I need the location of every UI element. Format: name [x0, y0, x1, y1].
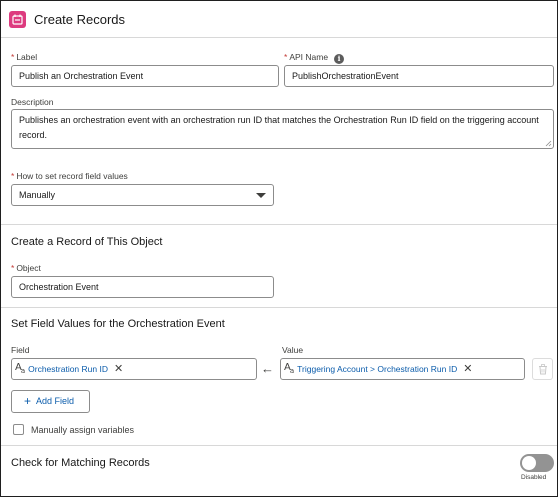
plus-icon: +: [24, 394, 32, 408]
create-records-panel: Create Records * Label Publish an Orchest…: [0, 0, 558, 497]
value-column-label: Value: [282, 345, 304, 355]
field-column-label: Field: [11, 345, 30, 355]
section-divider: [1, 224, 557, 225]
value-picker[interactable]: Aa Triggering Account > Orchestration Ru…: [280, 358, 525, 380]
description-label: Description: [11, 97, 54, 107]
required-asterisk: *: [11, 263, 15, 273]
section-divider: [1, 307, 557, 308]
panel-header: Create Records: [1, 1, 557, 38]
object-field-label: * Object: [11, 263, 41, 273]
manual-assign-checkbox[interactable]: [13, 424, 24, 435]
required-asterisk: *: [284, 52, 288, 62]
create-record-section-title: Create a Record of This Object: [11, 236, 163, 248]
arrow-left-icon: ←: [261, 361, 274, 376]
required-asterisk: *: [11, 171, 15, 181]
how-to-set-label: * How to set record field values: [11, 171, 128, 181]
value-pill: Aa Triggering Account > Orchestration Ru…: [284, 361, 472, 377]
label-input[interactable]: Publish an Orchestration Event: [11, 65, 279, 87]
description-text: Publishes an orchestration event with an…: [19, 115, 539, 140]
object-input[interactable]: Orchestration Event: [11, 276, 274, 298]
field-values-section-title: Set Field Values for the Orchestration E…: [11, 318, 225, 330]
text-field-icon: Aa: [15, 361, 25, 375]
how-to-set-value: Manually: [19, 190, 56, 200]
trash-icon: [539, 364, 547, 375]
label-field-label: * Label: [11, 52, 38, 62]
toggle-knob: [522, 456, 536, 470]
value-pill-label: Triggering Account > Orchestration Run I…: [297, 364, 458, 374]
how-to-set-select[interactable]: Manually: [11, 184, 274, 206]
remove-value-icon[interactable]: ✕: [463, 363, 472, 375]
panel-title: Create Records: [34, 12, 126, 27]
manual-assign-label: Manually assign variables: [31, 425, 135, 435]
info-icon[interactable]: i: [334, 54, 345, 64]
toggle-state-label: Disabled: [521, 474, 547, 481]
remove-field-icon[interactable]: ✕: [114, 363, 123, 375]
api-name-input[interactable]: PublishOrchestrationEvent: [284, 65, 554, 87]
required-asterisk: *: [11, 52, 15, 62]
matching-records-toggle[interactable]: [520, 454, 554, 472]
field-pill: Aa Orchestration Run ID ✕: [15, 361, 123, 377]
field-picker[interactable]: Aa Orchestration Run ID ✕: [11, 358, 257, 380]
add-field-button[interactable]: + Add Field: [11, 390, 90, 413]
field-pill-label: Orchestration Run ID: [28, 364, 108, 374]
add-field-label: Add Field: [36, 396, 75, 406]
description-textarea[interactable]: Publishes an orchestration event with an…: [11, 109, 554, 149]
resize-handle-icon[interactable]: [545, 140, 552, 147]
api-name-field-label: * API Name i: [284, 52, 345, 64]
create-records-icon: [9, 11, 26, 28]
text-field-icon: Aa: [284, 361, 294, 375]
matching-records-section-title: Check for Matching Records: [11, 457, 150, 469]
chevron-down-icon: [256, 193, 266, 198]
section-divider: [1, 445, 557, 446]
delete-row-button[interactable]: [532, 358, 553, 380]
